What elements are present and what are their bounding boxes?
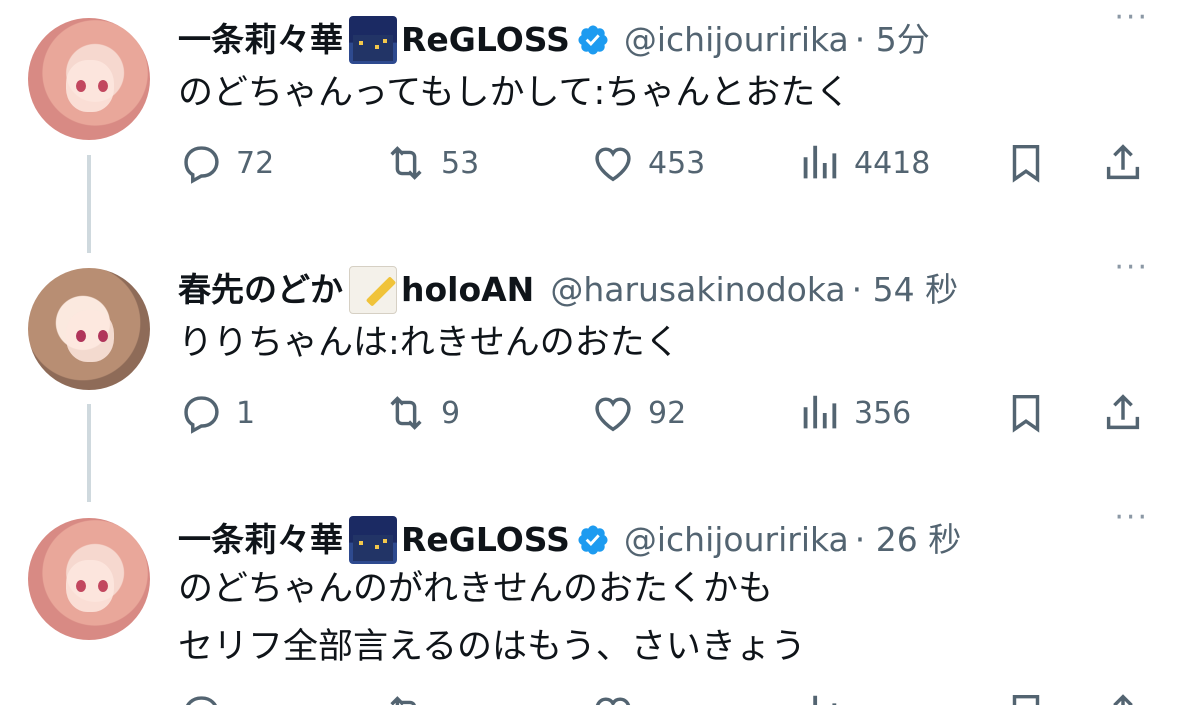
author-group[interactable]: holoAN	[401, 270, 534, 310]
tweet-text-line: りりちゃんは:れきせんのおたく	[178, 323, 680, 363]
author-group[interactable]: ReGLOSS	[401, 520, 570, 560]
analytics-icon	[803, 395, 837, 429]
timestamp[interactable]: · 26 秒	[855, 520, 961, 560]
more-options-icon[interactable]: ···	[1114, 250, 1149, 285]
view-count: 356	[854, 395, 912, 431]
tweet-text-line: のどちゃんのがれきせんのおたくかも	[178, 569, 774, 609]
share-button[interactable]	[1100, 690, 1146, 705]
retweet-icon	[390, 396, 422, 430]
tweet[interactable]: 一条莉々華 ReGLOSS @ichijouririka · 5分 ··· のど…	[0, 0, 1179, 240]
timestamp[interactable]: · 5分	[855, 20, 930, 60]
retweet-count: 9	[441, 395, 461, 431]
avatar[interactable]	[28, 18, 150, 140]
heart-icon	[595, 397, 631, 432]
bookmark-icon	[1012, 394, 1040, 433]
verified-badge-icon[interactable]	[576, 523, 610, 557]
retweet-button[interactable]: 9	[383, 390, 460, 436]
author-group[interactable]: ReGLOSS	[401, 20, 570, 60]
more-options-icon[interactable]: ···	[1114, 0, 1149, 35]
tweet-text-line: のどちゃんってもしかして:ちゃんとおたく	[178, 73, 851, 113]
analytics-icon	[803, 145, 837, 179]
author-name[interactable]: 一条莉々華	[178, 520, 343, 560]
retweet-icon	[390, 696, 416, 705]
memo-emoji-icon	[349, 266, 397, 314]
views-button[interactable]: 4418	[796, 140, 930, 186]
share-icon	[1106, 144, 1140, 180]
author-handle[interactable]: @ichijouririka	[624, 520, 849, 560]
tweet-text-line: セリフ全部言えるのはもう、さいきょう	[178, 627, 806, 667]
bookmark-button[interactable]	[1003, 690, 1049, 705]
reply-count: 72	[236, 145, 275, 181]
share-button[interactable]	[1100, 390, 1146, 436]
night-city-emoji-icon	[349, 516, 397, 564]
share-button[interactable]	[1100, 140, 1146, 186]
like-button[interactable]	[590, 690, 636, 705]
heart-icon	[595, 697, 631, 705]
reply-button[interactable]	[178, 690, 224, 705]
avatar[interactable]	[28, 518, 150, 640]
like-button[interactable]: 453	[590, 140, 705, 186]
author-name[interactable]: 春先のどか	[178, 270, 343, 310]
tweet-actions: 72 53 453 4418	[178, 140, 1148, 190]
like-button[interactable]: 92	[590, 390, 686, 436]
reply-count: 1	[236, 395, 256, 431]
tweet-actions: 1 9 92 356	[178, 390, 1148, 440]
analytics-icon	[813, 695, 837, 705]
tweet[interactable]: 春先のどか holoAN @harusakinodoka · 54 秒 ··· …	[0, 250, 1179, 490]
more-options-icon[interactable]: ···	[1114, 500, 1149, 535]
retweet-count: 53	[441, 145, 480, 181]
views-button[interactable]: 356	[796, 390, 911, 436]
bookmark-icon	[1012, 694, 1040, 705]
tweet-text: のどちゃんのがれきせんのおたくかも セリフ全部言えるのはもう、さいきょう	[178, 562, 806, 674]
view-count: 4418	[854, 145, 931, 181]
tweet[interactable]: 一条莉々華 ReGLOSS @ichijouririka · 26 秒 ··· …	[0, 500, 1179, 705]
reply-button[interactable]: 72	[178, 140, 274, 186]
tweet-text: りりちゃんは:れきせんのおたく	[178, 316, 680, 370]
author-name[interactable]: 一条莉々華	[178, 20, 343, 60]
bookmark-button[interactable]	[1003, 140, 1049, 186]
author-handle[interactable]: @ichijouririka	[624, 20, 849, 60]
tweet-actions	[178, 690, 1148, 705]
retweet-icon	[390, 146, 422, 180]
author-handle[interactable]: @harusakinodoka	[550, 270, 845, 310]
reply-button[interactable]: 1	[178, 390, 255, 436]
share-icon	[1106, 394, 1140, 430]
verified-badge-icon[interactable]	[576, 23, 610, 57]
retweet-button[interactable]: 53	[383, 140, 479, 186]
avatar[interactable]	[28, 268, 150, 390]
reply-icon	[184, 396, 219, 434]
bookmark-icon	[1012, 144, 1040, 183]
reply-icon	[186, 696, 217, 705]
night-city-emoji-icon	[349, 16, 397, 64]
bookmark-button[interactable]	[1003, 390, 1049, 436]
tweet-text: のどちゃんってもしかして:ちゃんとおたく	[178, 66, 850, 120]
timestamp[interactable]: · 54 秒	[852, 270, 958, 310]
heart-icon	[595, 147, 631, 182]
like-count: 453	[648, 145, 706, 181]
share-icon	[1113, 694, 1133, 705]
retweet-button[interactable]	[383, 690, 429, 705]
like-count: 92	[648, 395, 687, 431]
views-button[interactable]	[796, 690, 842, 705]
reply-icon	[184, 146, 219, 184]
